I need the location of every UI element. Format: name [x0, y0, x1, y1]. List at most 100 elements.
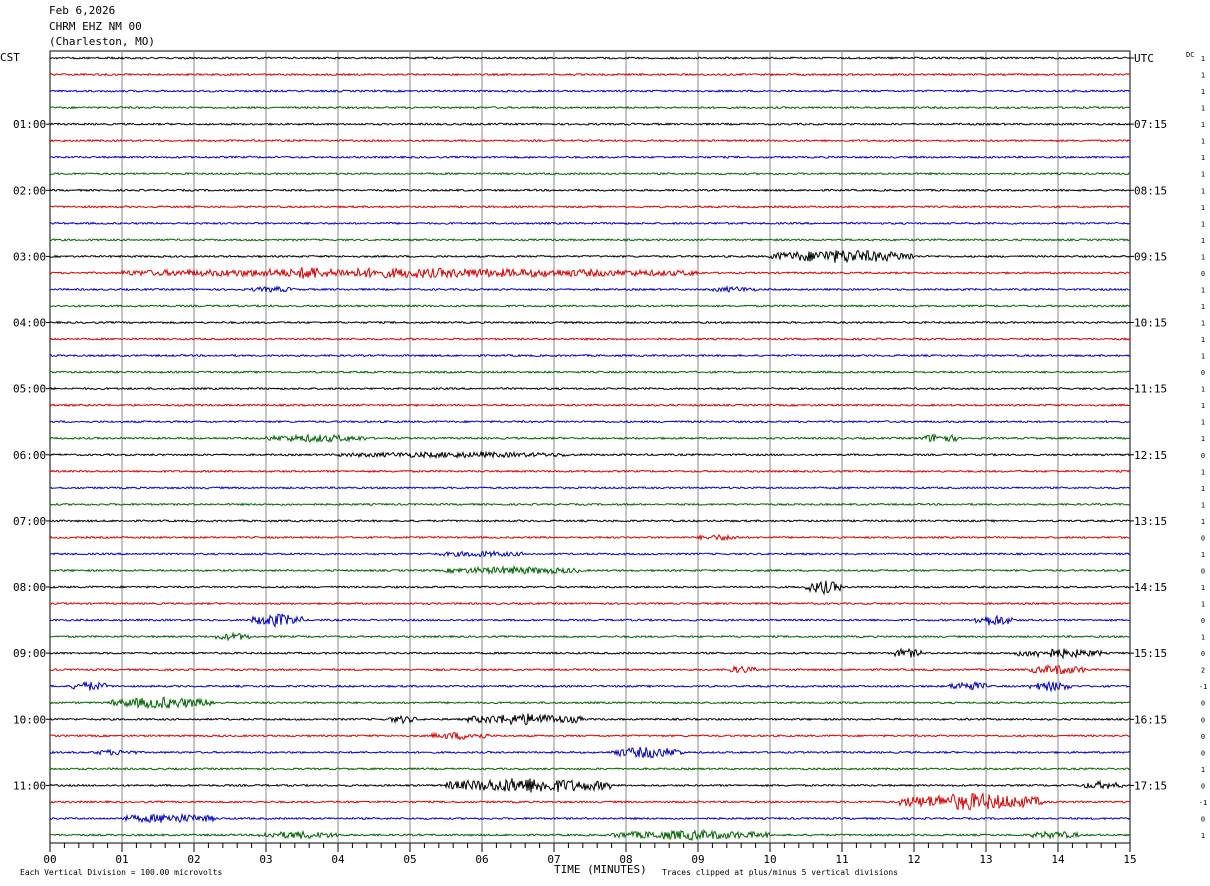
seismic-trace-17 [49, 337, 1131, 341]
seismic-trace-5 [49, 138, 1131, 143]
seismic-trace-10 [49, 221, 1131, 226]
seismic-trace-43 [49, 767, 1131, 771]
x-tick-label: 06 [475, 853, 488, 866]
seismic-trace-15 [49, 304, 1131, 308]
seismic-trace-27 [49, 502, 1131, 507]
utc-hour-label: 17:15 [1134, 779, 1167, 792]
cst-hour-label: 02:00 [13, 184, 46, 197]
footer-clip-note: Traces clipped at plus/minus 5 vertical … [662, 868, 898, 877]
dc-offset-value: 1 [1201, 303, 1205, 311]
dc-offset-value: 0 [1201, 782, 1205, 790]
dc-offset-value: 1 [1201, 501, 1205, 509]
seismic-trace-21 [49, 403, 1131, 408]
seismic-trace-38 [49, 680, 1131, 693]
dc-offset-value: 1 [1201, 634, 1205, 642]
dc-offset-value: 1 [1201, 204, 1205, 212]
seismic-trace-34 [49, 613, 1131, 628]
footer-scale-note: Each Vertical Division = 100.00 microvol… [20, 868, 222, 877]
seismic-trace-25 [49, 469, 1131, 474]
utc-hour-label: 14:15 [1134, 581, 1167, 594]
dc-offset-value: 1 [1201, 601, 1205, 609]
seismic-trace-26 [49, 485, 1131, 490]
seismic-trace-4 [49, 122, 1131, 126]
dc-offset-labels: 1 1 1 1 1 1 1 1 1 1 1 1 1 0 1 1 1 1 1 0 1 1 1 1 0 1 1 1 1 0 1 0 1 1 0 1 0 2 -1… [1199, 55, 1207, 840]
seismic-traces [49, 56, 1131, 842]
dc-offset-value: 1 [1201, 584, 1205, 592]
x-tick-label: 05 [403, 853, 416, 866]
dc-offset-value: 1 [1201, 253, 1205, 261]
x-tick-label: 15 [1123, 853, 1136, 866]
cst-hour-labels: 01:00 02:00 03:00 04:00 05:00 06:00 07:00 08:00… [13, 118, 50, 792]
x-axis-label: TIME (MINUTES) [554, 863, 647, 876]
dc-offset-value: 1 [1201, 138, 1205, 146]
seismic-trace-2 [49, 89, 1131, 93]
seismic-trace-11 [49, 238, 1131, 242]
dc-offset-value: 0 [1201, 617, 1205, 625]
seismic-trace-28 [49, 519, 1131, 523]
seismic-trace-13 [49, 266, 1131, 279]
x-tick-label: 13 [979, 853, 992, 866]
seismic-trace-42 [49, 746, 1131, 759]
dc-offset-value: 1 [1201, 435, 1205, 443]
dc-offset-value: 1 [1201, 88, 1205, 96]
seismic-trace-20 [49, 386, 1131, 391]
utc-hour-label: 16:15 [1134, 713, 1167, 726]
dc-offset-value: 1 [1201, 72, 1205, 80]
seismic-trace-41 [49, 731, 1131, 741]
seismic-trace-7 [49, 171, 1130, 176]
seismic-trace-3 [49, 105, 1131, 110]
seismic-trace-31 [49, 564, 1131, 576]
seismic-trace-1 [49, 72, 1131, 77]
dc-offset-value: 0 [1201, 452, 1205, 460]
utc-hour-label: 07:15 [1134, 118, 1167, 131]
seismic-trace-19 [49, 370, 1131, 374]
x-tick-label: 14 [1051, 853, 1065, 866]
seismic-trace-39 [49, 696, 1131, 710]
dc-offset-value: 1 [1201, 518, 1205, 526]
dc-offset-value: 1 [1201, 419, 1205, 427]
dc-offset-value: 0 [1201, 650, 1205, 658]
plot-grid [49, 50, 1131, 844]
x-tick-label: 10 [763, 853, 776, 866]
x-tick-label: 09 [691, 853, 704, 866]
cst-hour-label: 05:00 [13, 383, 46, 396]
seismic-trace-45 [49, 792, 1131, 811]
dc-offset-value: 1 [1201, 105, 1205, 113]
helicorder-plot: 00 01 02 03 04 05 06 07 08 09 10 11 12 13 14 15 01:0002… [0, 50, 1207, 877]
seismic-trace-37 [49, 664, 1131, 675]
cst-hour-label: 06:00 [13, 449, 46, 462]
seismic-trace-18 [49, 353, 1131, 358]
utc-hour-label: 11:15 [1134, 383, 1167, 396]
seismic-trace-0 [49, 56, 1131, 60]
dc-offset-value: 2 [1201, 667, 1205, 675]
cst-hour-label: 04:00 [13, 317, 46, 330]
cst-hour-label: 01:00 [13, 118, 46, 131]
utc-hour-label: 10:15 [1134, 317, 1167, 330]
dc-offset-value: 1 [1201, 468, 1205, 476]
dc-offset-value: 1 [1201, 171, 1205, 179]
cst-hour-label: 10:00 [13, 713, 46, 726]
cst-hour-label: 08:00 [13, 581, 46, 594]
dc-offset-value: 1 [1201, 187, 1205, 195]
seismic-trace-14 [50, 284, 1131, 293]
seismic-trace-23 [49, 433, 1131, 444]
dc-offset-value: 1 [1201, 402, 1205, 410]
dc-offset-value: 1 [1201, 386, 1205, 394]
dc-offset-value: 1 [1201, 551, 1205, 559]
utc-hour-label: 12:15 [1134, 449, 1167, 462]
dc-offset-value: 0 [1201, 700, 1205, 708]
left-zone-label: CST [0, 51, 20, 64]
dc-offset-value: 0 [1201, 733, 1205, 741]
cst-hour-label: 03:00 [13, 250, 46, 263]
seismic-trace-33 [49, 601, 1131, 606]
seismic-trace-16 [49, 320, 1131, 325]
dc-offset-value: 1 [1201, 320, 1205, 328]
x-tick-label: 03 [259, 853, 272, 866]
seismic-trace-47 [49, 828, 1131, 842]
cst-hour-label: 07:00 [13, 515, 46, 528]
x-tick-label: 00 [43, 853, 56, 866]
seismic-trace-29 [49, 533, 1131, 542]
dc-offset-value: 0 [1201, 815, 1205, 823]
dc-header-label: DC [1186, 51, 1194, 59]
utc-hour-label: 13:15 [1134, 515, 1167, 528]
